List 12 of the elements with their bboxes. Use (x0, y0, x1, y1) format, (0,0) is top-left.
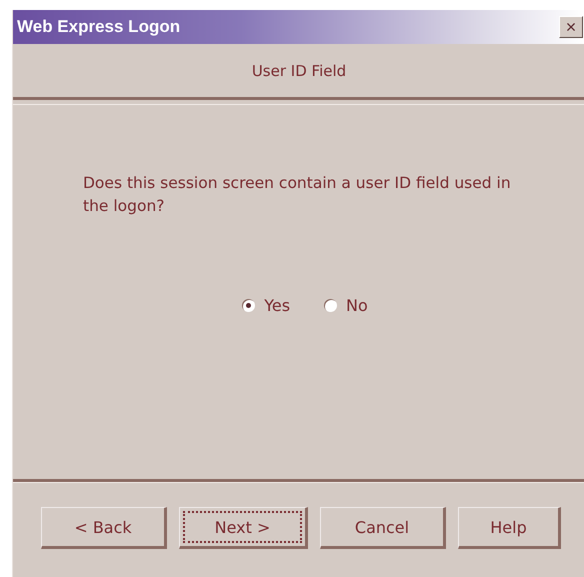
radio-button[interactable] (242, 299, 256, 312)
window-title: Web Express Logon (17, 17, 180, 37)
radio-option[interactable]: No (324, 296, 368, 315)
dialog-button[interactable]: Help (458, 507, 561, 549)
radio-option[interactable]: Yes (242, 296, 290, 315)
question-text: Does this session screen contain a user ID field used in the logon? (83, 173, 512, 217)
header-title: User ID Field (252, 62, 346, 80)
dialog-button[interactable]: Next > (179, 507, 308, 549)
close-button[interactable]: × (559, 16, 583, 38)
dialog-button[interactable]: < Back (41, 507, 167, 549)
radio-button[interactable] (324, 299, 338, 312)
dialog-button[interactable]: Cancel (320, 507, 446, 549)
